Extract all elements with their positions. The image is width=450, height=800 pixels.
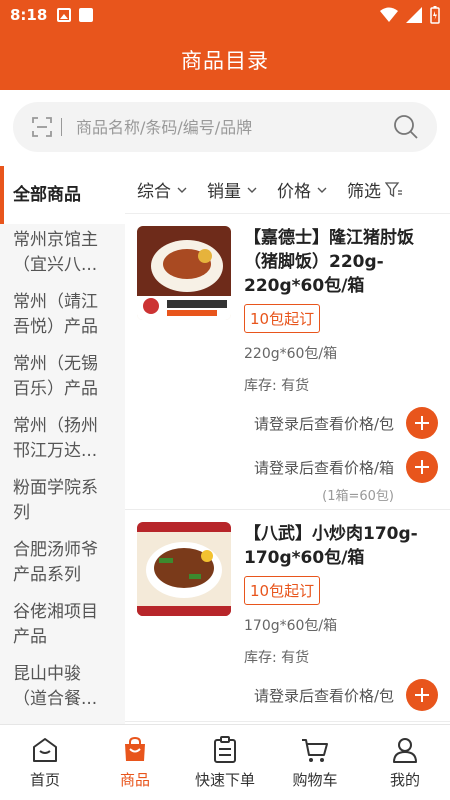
product-card[interactable]: 【八武】小炒肉170g-170g*60包/箱 10包起订 170g*60包/箱 … [125, 510, 450, 722]
product-spec: 220g*60包/箱 [244, 346, 338, 362]
product-spec: 170g*60包/箱 [244, 618, 338, 634]
login-price-box[interactable]: 请登录后查看价格/箱 [254, 457, 394, 478]
sidebar-item-category[interactable]: 常州京馆主（宜兴八... [0, 224, 125, 286]
sort-comprehensive-label: 综合 [137, 182, 171, 202]
user-icon [393, 738, 417, 763]
search-divider [61, 118, 62, 136]
product-stock: 库存: 有货 [244, 650, 310, 666]
tab-goods-label: 商品 [119, 771, 150, 789]
cart-icon [302, 739, 328, 762]
sidebar-item-category[interactable]: 常州（扬州邗江万达... [0, 410, 125, 472]
box-conversion-note: (1箱=60包) [322, 489, 394, 504]
search-section [0, 90, 450, 166]
sort-price-label: 价格 [277, 182, 311, 202]
sort-comprehensive[interactable]: 综合 [137, 177, 187, 202]
sidebar-item-all[interactable]: 全部商品 [0, 166, 125, 224]
tab-cart[interactable]: 购物车 [270, 725, 360, 800]
filter-icon [385, 181, 402, 197]
sidebar-item-category[interactable]: 粉面学院系列 [0, 472, 125, 534]
add-to-cart-button[interactable] [406, 407, 438, 439]
app-notification-icon [79, 8, 94, 22]
sidebar-item-category[interactable]: 谷佬湘项目产品 [0, 596, 125, 658]
wifi-icon [380, 7, 398, 22]
sidebar-item-category[interactable]: 合肥汤师爷产品系列 [0, 534, 125, 596]
plus-icon [415, 460, 429, 474]
price-row-unit: 请登录后查看价格/包 [137, 407, 438, 439]
chevron-down-icon [177, 187, 187, 193]
tab-quick-order-label: 快速下单 [194, 771, 255, 789]
sidebar-item-category[interactable]: 昆山中骏（道合餐... [0, 658, 125, 720]
add-to-cart-button[interactable] [406, 679, 438, 711]
search-icon[interactable] [393, 114, 419, 140]
plus-icon [415, 688, 429, 702]
signal-icon [406, 7, 422, 23]
sidebar-item-category[interactable]: 常州（靖江吾悦）产品 [0, 286, 125, 348]
plus-icon [415, 416, 429, 430]
gallery-notification-icon [57, 8, 72, 22]
product-stock: 库存: 有货 [244, 378, 310, 394]
sort-price[interactable]: 价格 [277, 177, 327, 202]
status-time: 8:18 [10, 6, 48, 24]
tab-home-label: 首页 [29, 771, 60, 789]
battery-icon [430, 6, 440, 24]
tab-quick-order[interactable]: 快速下单 [180, 725, 270, 800]
product-image[interactable] [137, 522, 231, 616]
login-price-unit[interactable]: 请登录后查看价格/包 [254, 685, 394, 706]
tab-goods[interactable]: 商品 [90, 725, 180, 800]
shopping-bag-icon [125, 736, 145, 761]
status-bar: 8:18 [0, 0, 450, 30]
clipboard-icon [214, 736, 236, 763]
tab-cart-label: 购物车 [292, 771, 338, 789]
chevron-down-icon [317, 187, 327, 193]
category-sidebar: 全部商品 常州京馆主（宜兴八... 常州（靖江吾悦）产品 常州（无锡百乐）产品 … [0, 166, 125, 724]
product-card[interactable]: 【嘉德士】隆江猪肘饭（猪脚饭）220g-220g*60包/箱 10包起订 220… [125, 214, 450, 510]
product-name[interactable]: 【嘉德士】隆江猪肘饭（猪脚饭）220g-220g*60包/箱 [244, 226, 438, 298]
header: 商品目录 [0, 30, 450, 90]
page-title: 商品目录 [181, 49, 269, 73]
min-order-badge: 10包起订 [244, 304, 321, 333]
product-image[interactable] [137, 226, 231, 320]
sort-sales-label: 销量 [207, 182, 241, 202]
filter-label: 筛选 [347, 182, 381, 202]
product-list: 【嘉德士】隆江猪肘饭（猪脚饭）220g-220g*60包/箱 10包起订 220… [125, 214, 450, 724]
scan-icon[interactable] [31, 116, 53, 138]
sidebar-item-category[interactable]: 常州（无锡百乐）产品 [0, 348, 125, 410]
sort-filter-bar: 综合 销量 价格 筛选 [125, 166, 450, 214]
bottom-tab-bar: 首页 商品 快速下单 购物车 我的 [0, 724, 450, 800]
tab-mine-label: 我的 [389, 771, 420, 789]
add-to-cart-button[interactable] [406, 451, 438, 483]
tab-mine[interactable]: 我的 [360, 725, 450, 800]
search-input[interactable] [76, 117, 393, 137]
sort-sales[interactable]: 销量 [207, 177, 257, 202]
login-price-unit[interactable]: 请登录后查看价格/包 [254, 413, 394, 434]
chevron-down-icon [247, 187, 257, 193]
price-row-box: 请登录后查看价格/箱 (1箱=60包) [137, 451, 438, 504]
home-icon [33, 738, 57, 762]
min-order-badge: 10包起订 [244, 576, 321, 605]
search-bar[interactable] [13, 102, 437, 152]
product-name[interactable]: 【八武】小炒肉170g-170g*60包/箱 [244, 522, 438, 570]
filter-button[interactable]: 筛选 [347, 177, 403, 202]
tab-home[interactable]: 首页 [0, 725, 90, 800]
price-row-unit: 请登录后查看价格/包 [137, 679, 438, 711]
